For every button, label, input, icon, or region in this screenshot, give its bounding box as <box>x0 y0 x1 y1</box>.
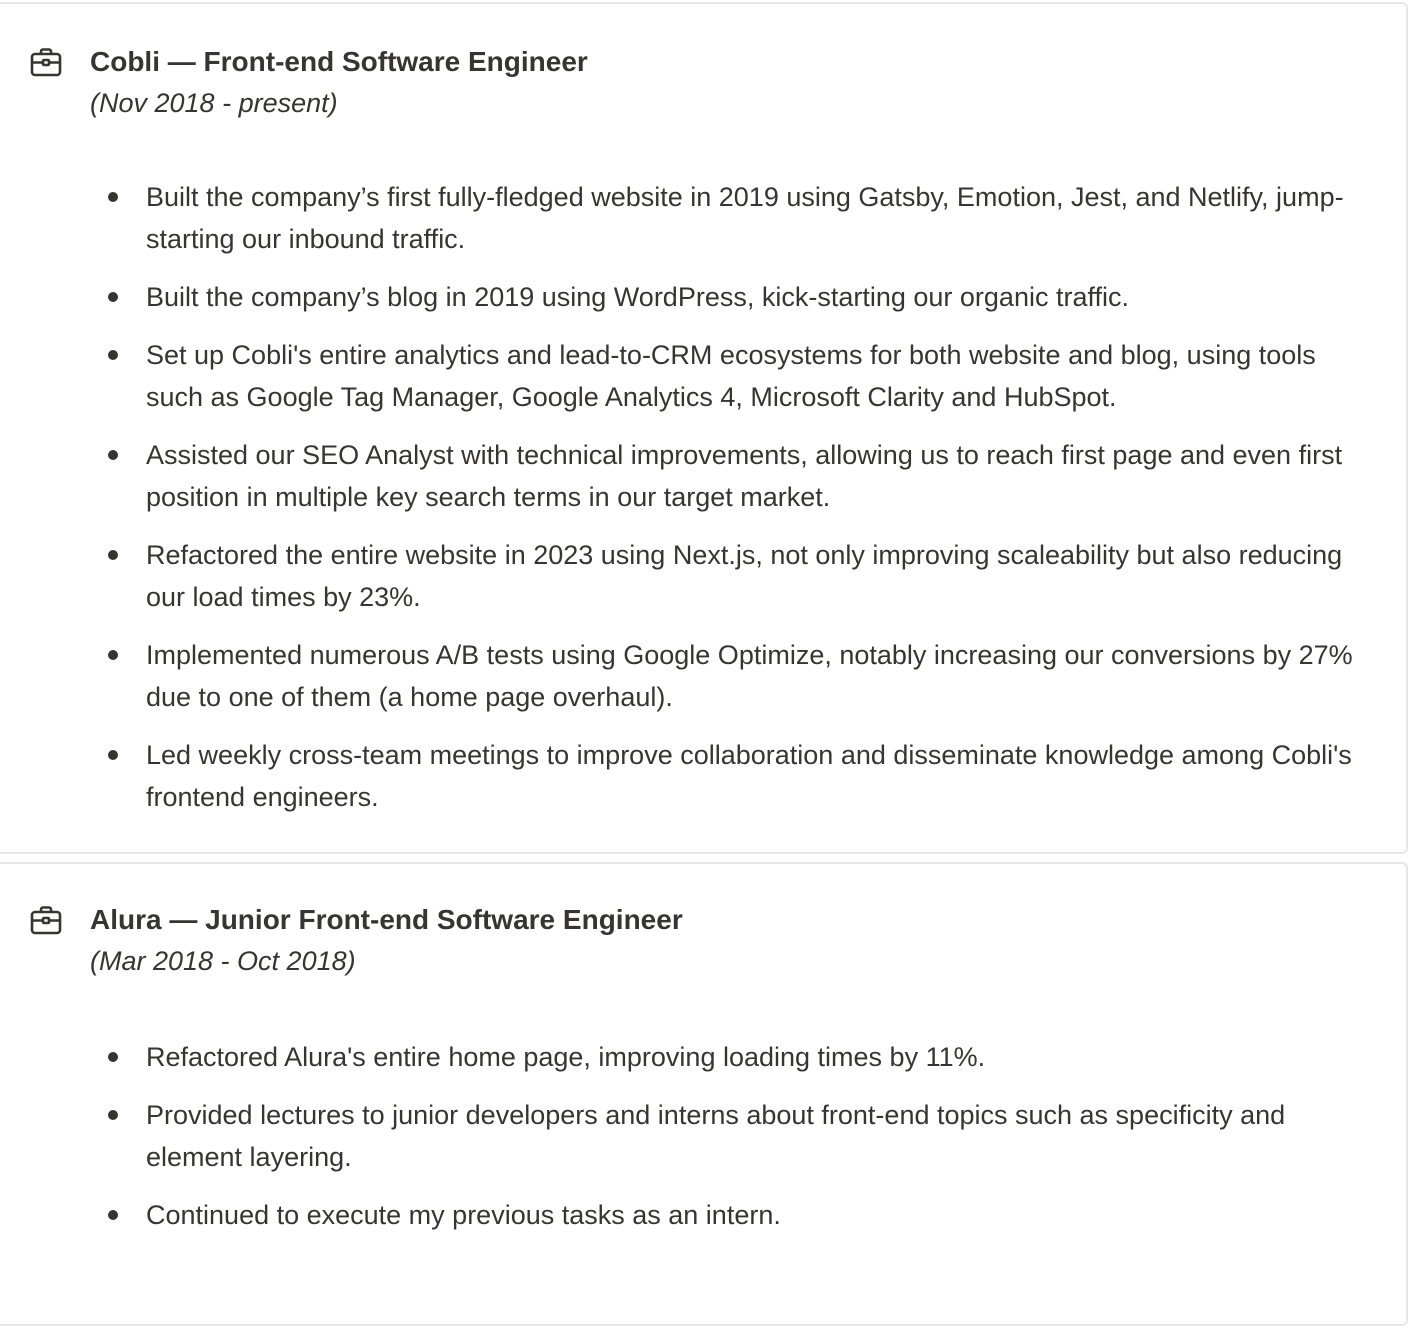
job-period: (Mar 2018 - Oct 2018) <box>90 946 356 976</box>
list-item: Implemented numerous A/B tests using Goo… <box>100 634 1378 718</box>
list-item-text: Assisted our SEO Analyst with technical … <box>146 440 1343 512</box>
bullet-dot-icon <box>108 1210 118 1220</box>
bullet-dot-icon <box>108 1052 118 1062</box>
list-item: Continued to execute my previous tasks a… <box>100 1194 1378 1236</box>
briefcase-icon <box>28 44 64 80</box>
list-item: Built the company’s first fully-fledged … <box>100 176 1378 260</box>
job-card-cobli: Cobli — Front-end Software Engineer (Nov… <box>0 2 1408 854</box>
briefcase-icon <box>28 902 64 938</box>
list-item-text: Refactored the entire website in 2023 us… <box>146 540 1343 612</box>
bullet-dot-icon <box>108 450 118 460</box>
list-item-text: Built the company’s blog in 2019 using W… <box>146 282 1129 312</box>
job-title: Alura — Junior Front-end Software Engine… <box>90 904 683 935</box>
job-title: Cobli — Front-end Software Engineer <box>90 46 588 77</box>
list-item: Refactored Alura's entire home page, imp… <box>100 1036 1378 1078</box>
list-item-text: Refactored Alura's entire home page, imp… <box>146 1042 986 1072</box>
list-item: Built the company’s blog in 2019 using W… <box>100 276 1378 318</box>
bullet-dot-icon <box>108 1110 118 1120</box>
list-item-text: Set up Cobli's entire analytics and lead… <box>146 340 1316 412</box>
list-item-text: Led weekly cross-team meetings to improv… <box>146 740 1352 812</box>
job-achievements-list: Built the company’s first fully-fledged … <box>100 176 1378 834</box>
job-card-alura: Alura — Junior Front-end Software Engine… <box>0 862 1408 1326</box>
list-item: Set up Cobli's entire analytics and lead… <box>100 334 1378 418</box>
job-header: Cobli — Front-end Software Engineer (Nov… <box>28 42 588 124</box>
job-header: Alura — Junior Front-end Software Engine… <box>28 900 683 982</box>
list-item-text: Built the company’s first fully-fledged … <box>146 182 1344 254</box>
list-item-text: Provided lectures to junior developers a… <box>146 1100 1286 1172</box>
list-item: Provided lectures to junior developers a… <box>100 1094 1378 1178</box>
job-period: (Nov 2018 - present) <box>90 88 338 118</box>
list-item: Refactored the entire website in 2023 us… <box>100 534 1378 618</box>
job-achievements-list: Refactored Alura's entire home page, imp… <box>100 1036 1378 1252</box>
list-item: Assisted our SEO Analyst with technical … <box>100 434 1378 518</box>
list-item-text: Continued to execute my previous tasks a… <box>146 1200 781 1230</box>
bullet-dot-icon <box>108 750 118 760</box>
list-item-text: Implemented numerous A/B tests using Goo… <box>146 640 1353 712</box>
list-item: Led weekly cross-team meetings to improv… <box>100 734 1378 818</box>
bullet-dot-icon <box>108 550 118 560</box>
bullet-dot-icon <box>108 192 118 202</box>
bullet-dot-icon <box>108 292 118 302</box>
bullet-dot-icon <box>108 350 118 360</box>
bullet-dot-icon <box>108 650 118 660</box>
